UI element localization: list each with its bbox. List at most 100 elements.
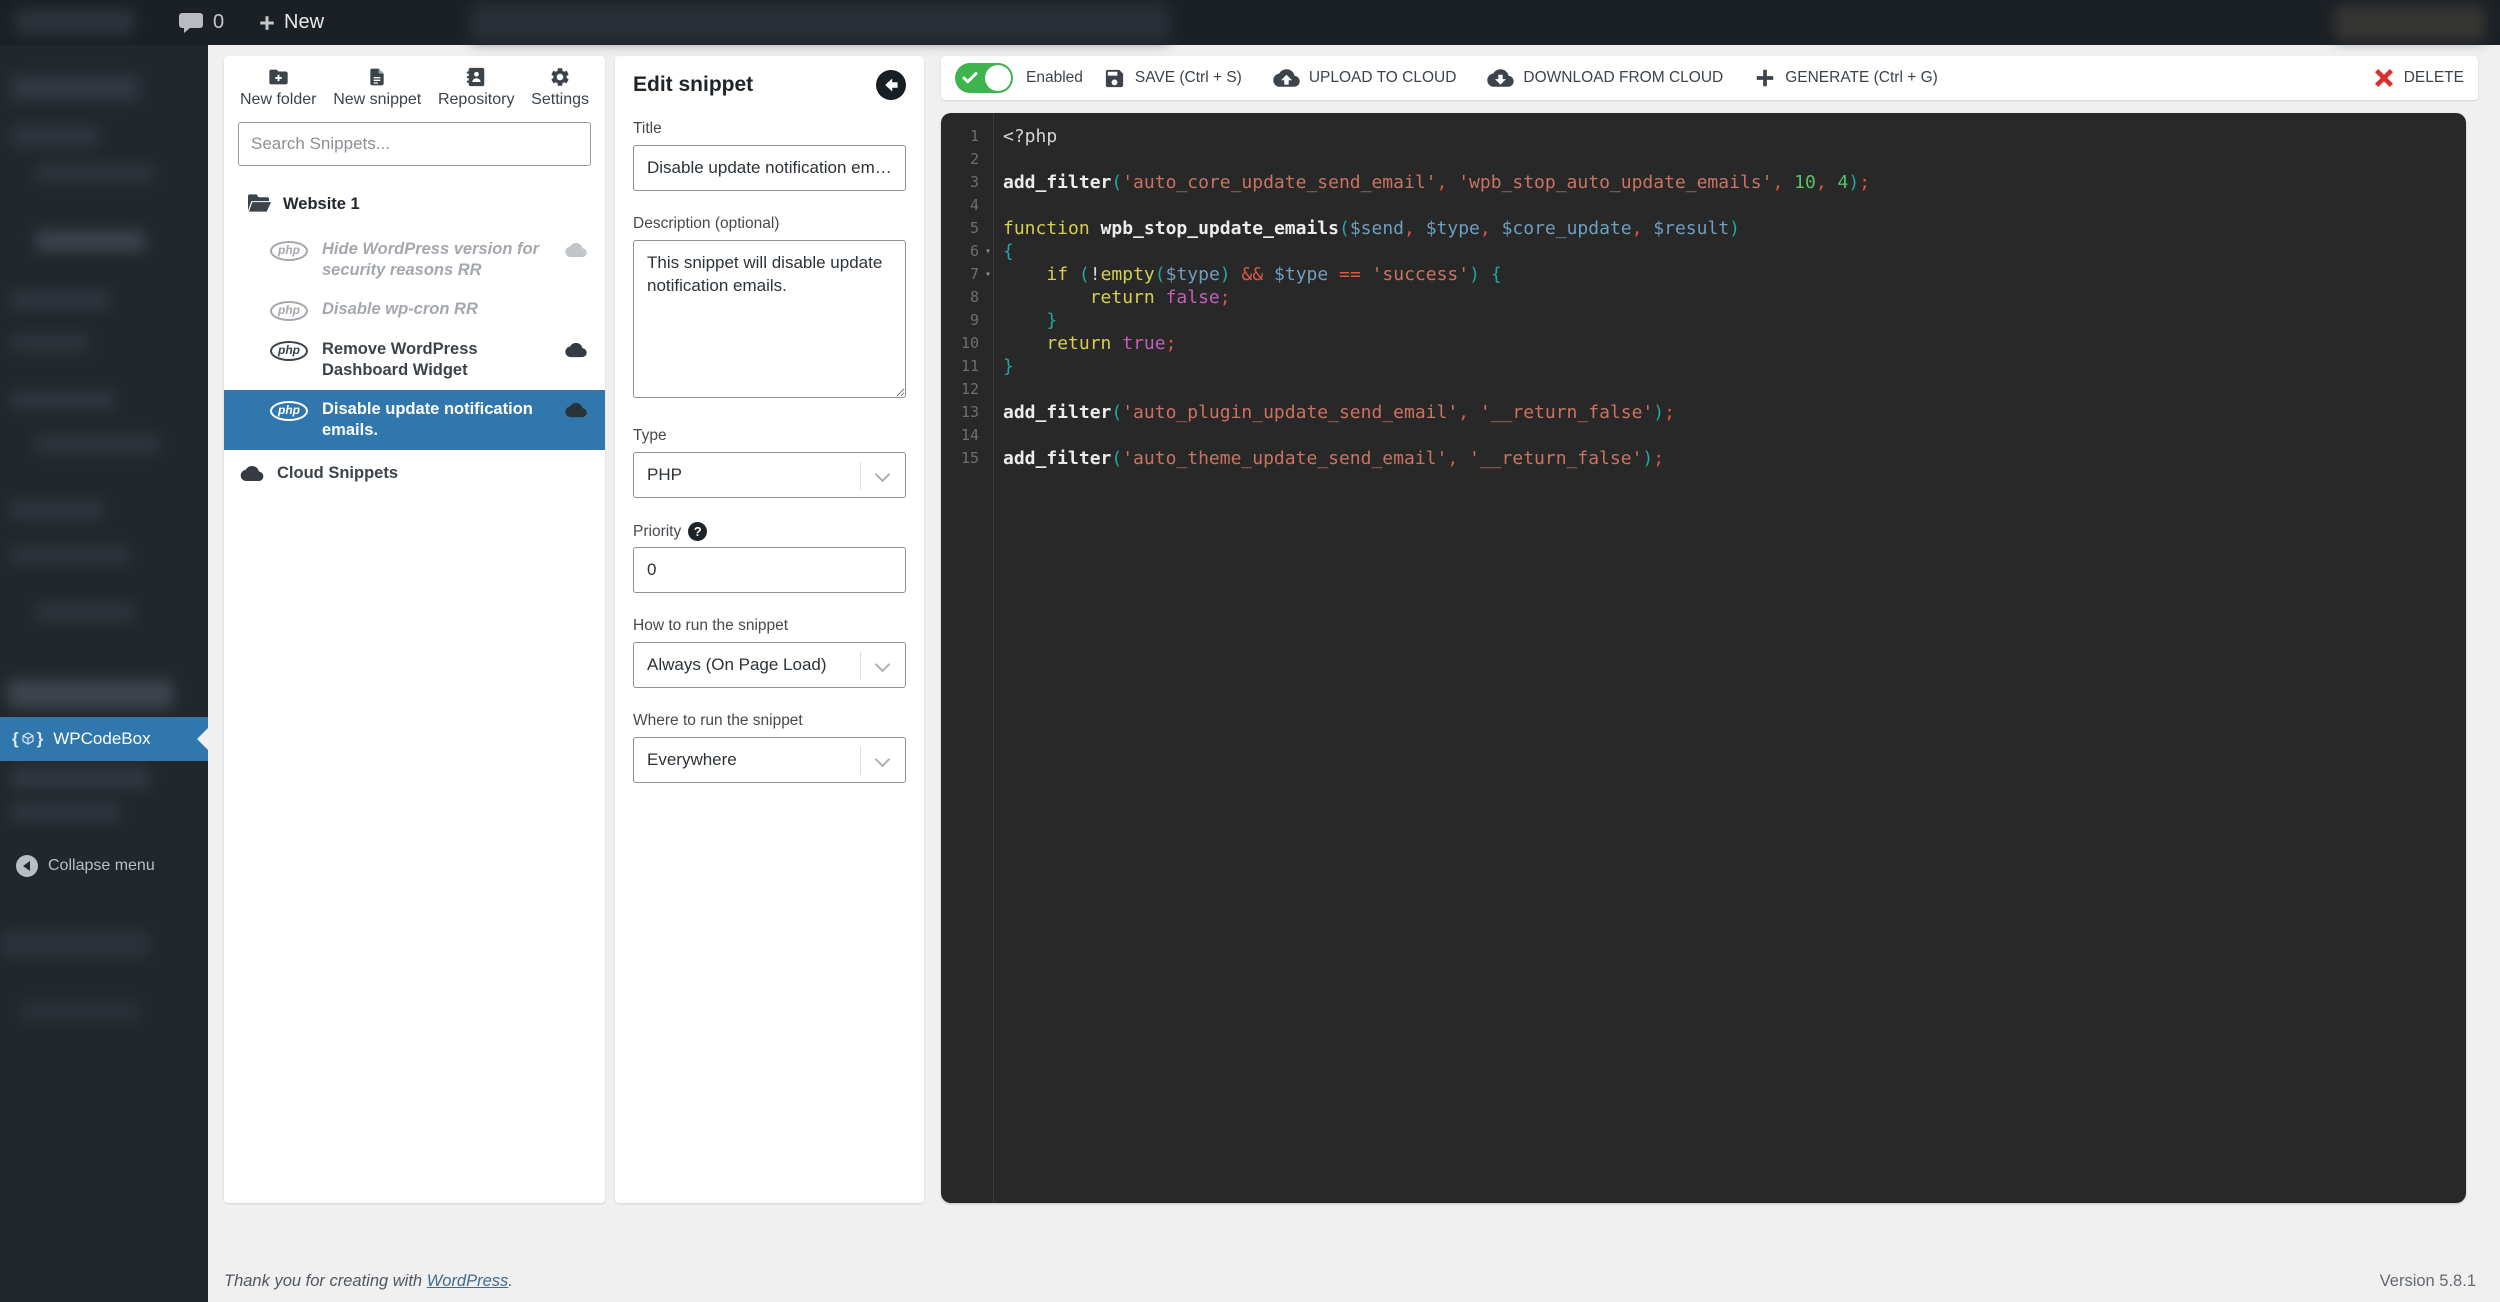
cloud-upload-icon — [1273, 67, 1300, 89]
code-line[interactable]: return true; — [1003, 332, 2466, 355]
wordpress-link[interactable]: WordPress — [427, 1272, 509, 1290]
line-number: 4 — [941, 194, 979, 217]
open-folder-icon — [248, 194, 271, 214]
code-line[interactable]: if (!empty($type) && $type == 'success')… — [1003, 263, 2466, 286]
line-number: 10 — [941, 332, 979, 355]
priority-input[interactable] — [633, 547, 906, 593]
redacted-menu-item — [0, 930, 150, 958]
code-line[interactable] — [1003, 194, 2466, 217]
snippet-label: Disable update notification emails. — [322, 399, 555, 441]
code-line[interactable]: { — [1003, 240, 2466, 263]
folder-plus-icon — [267, 66, 290, 88]
redacted-menu-item — [35, 433, 160, 455]
redacted-bar-content — [470, 4, 1170, 42]
line-number: 6▾ — [941, 240, 979, 263]
settings-label: Settings — [531, 91, 589, 109]
code-line[interactable]: add_filter('auto_core_update_send_email'… — [1003, 171, 2466, 194]
save-icon — [1103, 67, 1126, 90]
type-select[interactable]: PHP — [633, 452, 906, 498]
code-line[interactable]: add_filter('auto_plugin_update_send_emai… — [1003, 401, 2466, 424]
settings-button[interactable]: Settings — [531, 66, 589, 109]
code-line[interactable]: } — [1003, 309, 2466, 332]
repository-label: Repository — [438, 91, 514, 109]
cloud-snippets-label: Cloud Snippets — [277, 464, 398, 483]
help-icon[interactable]: ? — [688, 522, 707, 541]
folder-website-1[interactable]: Website 1 — [224, 194, 605, 214]
current-menu-arrow — [197, 728, 208, 750]
collapse-menu-button[interactable]: Collapse menu — [0, 851, 208, 881]
sidebar-item-wpcodebox[interactable]: { } WPCodeBox — [0, 717, 208, 761]
fold-icon[interactable]: ▾ — [985, 263, 991, 286]
code-line[interactable] — [1003, 424, 2466, 447]
title-input[interactable] — [633, 145, 906, 191]
new-button-label: New — [284, 11, 324, 34]
title-label: Title — [633, 120, 906, 138]
delete-button[interactable]: DELETE — [2373, 67, 2464, 89]
snippet-item-selected[interactable]: php Disable update notification emails. — [224, 390, 605, 450]
cloud-snippets-item[interactable]: Cloud Snippets — [224, 454, 605, 493]
comments-count: 0 — [213, 11, 224, 34]
snippet-item[interactable]: php Hide WordPress version for security … — [224, 230, 605, 290]
cloud-download-icon — [1487, 67, 1514, 89]
line-number: 14 — [941, 424, 979, 447]
code-line[interactable] — [1003, 378, 2466, 401]
how-to-run-select[interactable]: Always (On Page Load) — [633, 642, 906, 688]
redacted-menu-item — [10, 545, 130, 565]
generate-button[interactable]: GENERATE (Ctrl + G) — [1754, 67, 1938, 89]
collapse-arrow-icon — [16, 855, 38, 877]
cloud-icon — [240, 465, 264, 482]
upload-label: UPLOAD TO CLOUD — [1309, 69, 1457, 87]
redacted-menu-item — [20, 1000, 140, 1022]
where-to-run-value: Everywhere — [647, 750, 737, 770]
new-folder-button[interactable]: New folder — [240, 66, 316, 109]
code-line[interactable]: function wpb_stop_update_emails($send, $… — [1003, 217, 2466, 240]
snippets-toolbar: New folder New snippet Repository Sett — [224, 56, 605, 109]
line-number: 3 — [941, 171, 979, 194]
generate-label: GENERATE (Ctrl + G) — [1785, 69, 1938, 87]
save-button[interactable]: SAVE (Ctrl + S) — [1103, 67, 1242, 90]
line-number: 8 — [941, 286, 979, 309]
back-button[interactable] — [876, 70, 906, 100]
back-arrow-icon — [882, 76, 900, 94]
php-badge: php — [270, 341, 308, 361]
search-input[interactable] — [238, 122, 591, 166]
redacted-menu-item — [35, 602, 135, 622]
where-to-run-label: Where to run the snippet — [633, 712, 906, 730]
where-to-run-select[interactable]: Everywhere — [633, 737, 906, 783]
chevron-down-icon — [875, 467, 891, 483]
snippet-label: Hide WordPress version for security reas… — [322, 239, 555, 281]
repository-button[interactable]: Repository — [438, 66, 514, 109]
comment-bubble-icon — [178, 11, 204, 35]
php-badge: php — [270, 301, 308, 321]
line-number: 2 — [941, 148, 979, 171]
code-line[interactable]: return false; — [1003, 286, 2466, 309]
check-icon — [961, 69, 979, 87]
upload-to-cloud-button[interactable]: UPLOAD TO CLOUD — [1273, 67, 1457, 89]
edit-snippet-panel: Edit snippet Title Description (optional… — [615, 56, 924, 1203]
toggle-knob — [985, 65, 1011, 91]
how-to-run-value: Always (On Page Load) — [647, 655, 827, 675]
enabled-toggle[interactable] — [955, 63, 1013, 93]
snippet-item[interactable]: php Disable wp-cron RR — [224, 290, 605, 330]
priority-label-row: Priority ? — [633, 522, 906, 541]
code-line[interactable] — [1003, 148, 2466, 171]
description-textarea[interactable]: This snippet will disable update notific… — [633, 240, 906, 398]
snippet-list: php Hide WordPress version for security … — [224, 230, 605, 450]
code-lines[interactable]: <?php add_filter('auto_core_update_send_… — [994, 113, 2466, 1203]
fold-icon[interactable]: ▾ — [985, 240, 991, 263]
line-number: 7▾ — [941, 263, 979, 286]
snippet-item[interactable]: php Remove WordPress Dashboard Widget — [224, 330, 605, 390]
comments-button[interactable]: 0 — [178, 0, 224, 45]
code-line[interactable]: <?php — [1003, 125, 2466, 148]
new-button[interactable]: New — [258, 0, 324, 45]
new-snippet-button[interactable]: New snippet — [333, 66, 421, 109]
code-line[interactable]: add_filter('auto_theme_update_send_email… — [1003, 447, 2466, 470]
redacted-menu-item — [10, 333, 90, 353]
delete-label: DELETE — [2404, 69, 2464, 87]
code-line[interactable]: } — [1003, 355, 2466, 378]
code-editor[interactable]: 123456▾7▾89101112131415 <?php add_filter… — [941, 113, 2466, 1203]
chevron-down-icon — [875, 752, 891, 768]
download-from-cloud-button[interactable]: DOWNLOAD FROM CLOUD — [1487, 67, 1723, 89]
snippets-panel: New folder New snippet Repository Sett — [224, 56, 605, 1203]
delete-x-icon — [2373, 67, 2395, 89]
